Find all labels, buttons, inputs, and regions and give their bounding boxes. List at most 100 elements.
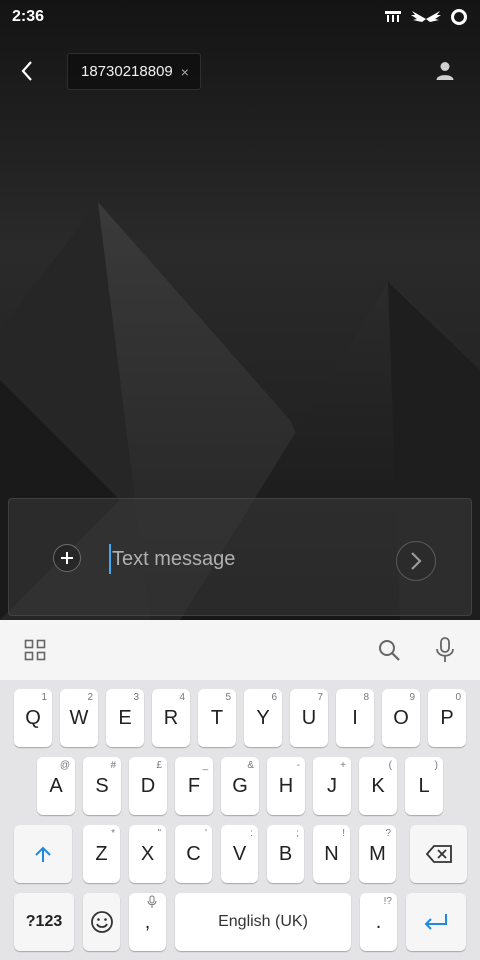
key-hint: # [110,760,116,771]
period-key[interactable]: !? . [360,893,397,951]
key-o[interactable]: 9O [382,689,420,747]
keyboard: 1 Q 2 W 3 E 4 R 5 T 6 Y 7 U 8 I 9 O 0 P @ A # S £ D _ F & G - H + J(K) L * Z… [0,620,480,960]
conversation-header: 18730218809 × [0,48,480,94]
key-label: X [140,842,155,865]
key-v[interactable]: :V [221,825,258,883]
space-key-label: English (UK) [218,913,308,930]
status-bar: 2:36 [0,0,480,34]
key-j[interactable]: + J [313,757,351,815]
send-chevron-icon [411,552,422,570]
key-label: A [49,774,63,797]
key-w[interactable]: 2W [60,689,98,747]
back-arrow-icon [21,61,32,81]
key-label: W [69,706,89,729]
key-label: N [324,842,339,865]
key-hint: 6 [271,692,277,703]
emoji-icon [90,911,113,933]
key-l[interactable]: ) L [405,757,443,815]
key-b[interactable]: ; B [267,825,304,883]
shift-arrow-icon [35,846,51,862]
key-label: I [352,706,358,729]
messaging-app: 2:36 18730218809 × [0,0,480,620]
key-d[interactable]: £ D [129,757,167,815]
key-a[interactable]: @ A [37,757,75,815]
key-hint: 8 [363,692,369,703]
person-icon [436,62,454,80]
key-label: O [393,706,409,729]
key-z[interactable]: * Z [83,825,120,883]
symbols-key-label: ?123 [25,913,63,930]
comma-mic-hint [147,895,157,912]
attach-button[interactable] [53,544,81,572]
search-icon [379,640,400,661]
key-hint: £ [156,760,162,771]
key-hint: ' [205,828,207,839]
key-label: D [140,774,156,797]
key-hint: 1 [41,692,47,703]
key-label: H [278,774,294,797]
key-h[interactable]: -H [267,757,305,815]
key-hint: " [157,828,161,839]
enter-key[interactable] [406,893,466,951]
key-hint: _ [202,760,208,771]
key-t[interactable]: 5T [198,689,236,747]
key-u[interactable]: 7U [290,689,328,747]
space-key[interactable]: English (UK) [175,893,351,951]
key-k[interactable]: (K [359,757,397,815]
key-label: K [371,774,385,797]
key-hint: ! [342,828,345,839]
key-hint: 4 [179,692,185,703]
apps-grid-button[interactable] [21,636,49,664]
circle-status-icon [451,9,467,25]
enter-arrow-icon [424,914,447,930]
key-label: Q [25,706,41,729]
key-m[interactable]: ? M [359,825,396,883]
symbols-key[interactable]: ?123 [14,893,74,951]
key-hint: @ [59,760,70,771]
comma-key[interactable]: , [129,893,166,951]
backspace-key[interactable] [410,825,467,883]
key-r[interactable]: 4R [152,689,190,747]
voice-input-button[interactable] [431,636,459,664]
key-label: V [232,842,247,865]
recipient-number: 18730218809 [81,63,173,80]
key-n[interactable]: ! N [313,825,350,883]
key-label: Z [95,842,108,865]
key-label: U [301,706,317,729]
back-button[interactable] [12,56,42,86]
key-g[interactable]: & G [221,757,259,815]
key-hint: ) [434,760,438,771]
key-y[interactable]: 6Y [244,689,282,747]
key-label: S [95,774,109,797]
period-key-hint: !? [383,896,392,907]
remove-recipient-icon[interactable]: × [181,65,189,79]
contact-button[interactable] [432,58,458,84]
key-p[interactable]: 0P [428,689,466,747]
key-label: C [186,842,201,865]
key-c[interactable]: ' C [175,825,212,883]
key-label: Y [256,706,270,729]
key-hint: 9 [409,692,415,703]
message-input[interactable] [109,544,389,574]
key-label: B [278,842,293,865]
key-x[interactable]: " X [129,825,166,883]
key-i[interactable]: 8I [336,689,374,747]
key-label: R [163,706,179,729]
period-key-label: . [375,910,382,933]
key-q[interactable]: 1Q [14,689,52,747]
key-f[interactable]: _ F [175,757,213,815]
recipient-chip[interactable]: 18730218809 × [67,53,201,90]
comma-key-label: , [144,910,151,933]
compose-panel [8,498,472,616]
emoji-key[interactable] [83,893,120,951]
shift-key[interactable] [14,825,72,883]
status-icons [384,8,468,26]
key-hint: & [247,760,254,771]
send-button[interactable] [396,541,436,581]
key-hint: 7 [317,692,323,703]
key-s[interactable]: # S [83,757,121,815]
key-hint: + [340,760,346,771]
wings-logo-icon [411,11,441,22]
keyboard-search-button[interactable] [375,636,403,664]
key-e[interactable]: 3E [106,689,144,747]
